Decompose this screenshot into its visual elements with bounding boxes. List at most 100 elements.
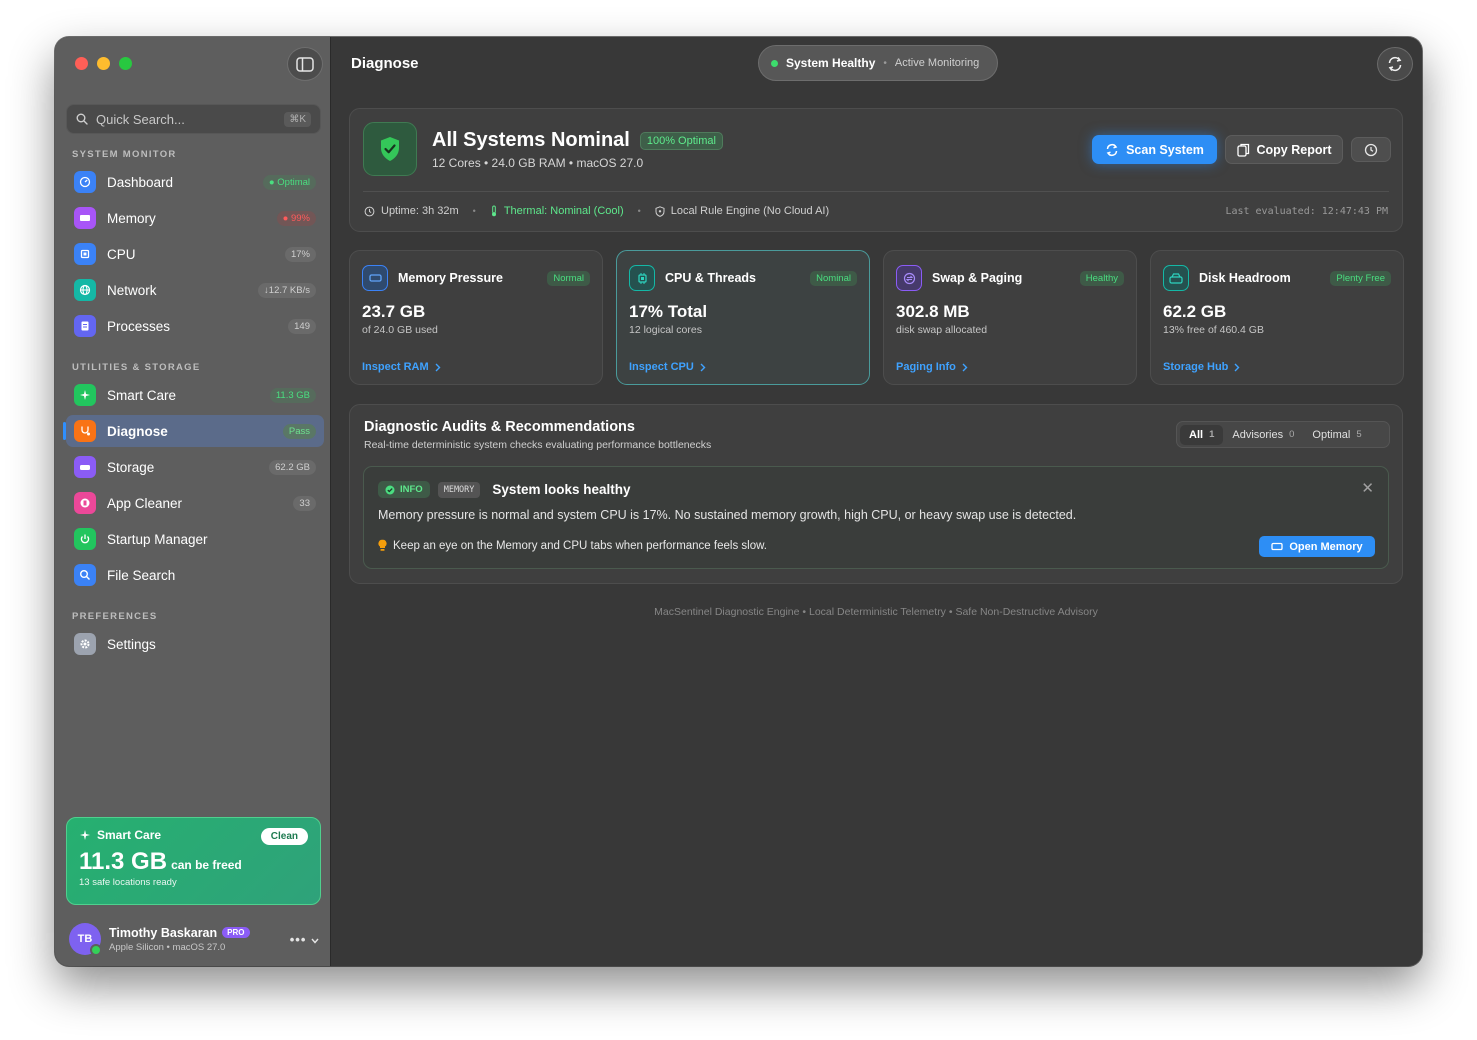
status-sub: Active Monitoring — [894, 57, 980, 69]
cpu-icon — [74, 243, 96, 265]
card-value: 302.8 MB — [896, 302, 970, 321]
smart-care-card[interactable]: Smart Care Clean 11.3 GB can be freed 13 … — [66, 817, 321, 905]
filter-count: 1 — [1209, 429, 1215, 440]
filter-tab-optimal[interactable]: Optimal 5 — [1303, 425, 1370, 445]
zoom-window-button[interactable] — [119, 57, 132, 70]
rule-engine: Local Rule Engine (No Cloud AI) — [655, 205, 829, 217]
rule-engine-text: Local Rule Engine (No Cloud AI) — [670, 205, 830, 217]
globe-icon — [74, 279, 96, 301]
clean-button[interactable]: Clean — [260, 828, 308, 845]
sidebar-item-label: Network — [107, 282, 157, 298]
sidebar-toggle-button[interactable] — [287, 47, 323, 81]
hero-footer: Uptime: 3h 32m • Thermal: Nominal (Cool)… — [364, 205, 1388, 217]
sidebar-item-label: Processes — [107, 318, 171, 334]
filter-count: 0 — [1289, 429, 1295, 440]
power-icon — [74, 528, 96, 550]
diagnostic-audits-panel: Diagnostic Audits & Recommendations Real… — [349, 404, 1403, 584]
sidebar-item-label: Diagnose — [107, 423, 168, 439]
divider — [363, 191, 1389, 192]
user-profile[interactable]: TB Timothy Baskaran PRO Apple Silicon • m… — [69, 922, 319, 956]
status-badge: 17% — [284, 246, 316, 262]
sidebar-item-cpu[interactable]: CPU 17% — [66, 238, 324, 270]
filter-label: Optimal — [1312, 428, 1351, 441]
section-label-system-monitor: SYSTEM MONITOR — [72, 149, 177, 160]
chevron-right-icon — [435, 363, 441, 371]
info-tag: INFO — [378, 481, 430, 498]
link-label: Paging Info — [896, 361, 956, 373]
section-label-preferences: PREFERENCES — [72, 611, 158, 622]
chevron-down-icon — [311, 938, 319, 944]
card-header: CPU & Threads Nominal — [629, 265, 857, 291]
history-button[interactable] — [1351, 137, 1391, 162]
card-sub: 12 logical cores — [629, 324, 702, 336]
sidebar-item-file-search[interactable]: File Search — [66, 559, 324, 591]
sidebar-item-network[interactable]: Network ↓12.7 KB/s — [66, 274, 324, 306]
more-button[interactable]: ••• — [290, 932, 319, 947]
inspect-cpu-link[interactable]: Inspect CPU — [629, 361, 706, 373]
card-sub: disk swap allocated — [896, 324, 988, 336]
system-summary-panel: All Systems Nominal 100% Optimal 12 Core… — [349, 108, 1403, 232]
sidebar-item-dashboard[interactable]: Dashboard ● Optimal — [66, 166, 324, 198]
memory-icon — [74, 207, 96, 229]
inspect-ram-link[interactable]: Inspect RAM — [362, 361, 441, 373]
quick-search-input[interactable]: Quick Search... ⌘K — [66, 104, 321, 134]
sidebar-item-label: App Cleaner — [107, 495, 183, 511]
sidebar-item-smart-care[interactable]: Smart Care 11.3 GB — [66, 379, 324, 411]
sidebar-item-processes[interactable]: Processes 149 — [66, 310, 324, 342]
audit-item-title: System looks healthy — [492, 482, 631, 497]
audit-filter-tabs: All 1 Advisories 0 Optimal 5 — [1176, 421, 1390, 448]
refresh-button[interactable] — [1377, 47, 1413, 81]
gauge-icon — [74, 171, 96, 193]
filter-count: 5 — [1356, 429, 1362, 440]
thermal-text: Thermal: Nominal (Cool) — [503, 205, 624, 217]
smart-care-title-text: Smart Care — [97, 828, 162, 842]
status-badge: Nominal — [810, 270, 857, 286]
sidebar-item-label: CPU — [107, 246, 136, 262]
close-icon[interactable]: ✕ — [1361, 479, 1374, 497]
sidebar-item-startup-manager[interactable]: Startup Manager — [66, 523, 324, 555]
card-header: Swap & Paging Healthy — [896, 265, 1124, 291]
category-tag: MEMORY — [437, 481, 481, 498]
scan-system-button[interactable]: Scan System — [1092, 135, 1217, 164]
status-badge: ● Optimal — [262, 174, 316, 190]
filter-tab-advisories[interactable]: Advisories 0 — [1223, 425, 1303, 445]
card-cpu-threads: CPU & Threads Nominal 17% Total 12 logic… — [616, 250, 870, 385]
status-badge: Pass — [282, 423, 316, 439]
card-header: Disk Headroom Plenty Free — [1163, 265, 1391, 291]
storage-hub-link[interactable]: Storage Hub — [1163, 361, 1240, 373]
minimize-window-button[interactable] — [97, 57, 110, 70]
sidebar-item-app-cleaner[interactable]: App Cleaner 33 — [66, 487, 324, 519]
lightbulb-icon — [378, 539, 387, 551]
sidebar-item-storage[interactable]: Storage 62.2 GB — [66, 451, 324, 483]
hero-specs: 12 Cores • 24.0 GB RAM • macOS 27.0 — [432, 156, 644, 170]
uptime-text: Uptime: 3h 32m — [381, 205, 459, 217]
memory-icon — [1271, 542, 1283, 551]
filter-label: All — [1189, 428, 1204, 441]
thermal-status: Thermal: Nominal (Cool) — [490, 205, 624, 217]
card-value: 17% Total — [629, 302, 708, 321]
page-title: Diagnose — [351, 55, 419, 72]
pro-badge: PRO — [222, 927, 250, 938]
sidebar-item-memory[interactable]: Memory ● 99% — [66, 202, 324, 234]
thermometer-icon — [491, 205, 496, 217]
sidebar-item-settings[interactable]: Settings — [66, 628, 324, 660]
refresh-icon — [1106, 143, 1118, 156]
status-badge: 149 — [288, 318, 316, 334]
open-memory-button[interactable]: Open Memory — [1259, 536, 1375, 557]
last-evaluated: Last evaluated: 12:47:43 PM — [1225, 205, 1388, 217]
trash-icon — [74, 492, 96, 514]
filter-tab-all[interactable]: All 1 — [1180, 424, 1224, 445]
user-name: Timothy Baskaran — [109, 925, 218, 940]
audits-title: Diagnostic Audits & Recommendations — [364, 419, 635, 435]
copy-report-label: Copy Report — [1256, 142, 1332, 157]
info-tag-text: INFO — [400, 484, 423, 495]
card-title: Swap & Paging — [932, 271, 1023, 285]
card-value: 62.2 GB — [1163, 302, 1227, 321]
close-window-button[interactable] — [75, 57, 88, 70]
paging-info-link[interactable]: Paging Info — [896, 361, 968, 373]
status-badge: ↓12.7 KB/s — [258, 282, 316, 298]
copy-report-button[interactable]: Copy Report — [1225, 135, 1343, 164]
sidebar-item-diagnose[interactable]: Diagnose Pass — [63, 415, 324, 447]
audit-item: INFO MEMORY System looks healthy ✕ Memor… — [363, 466, 1389, 569]
card-sub: 13% free of 460.4 GB — [1163, 324, 1264, 336]
